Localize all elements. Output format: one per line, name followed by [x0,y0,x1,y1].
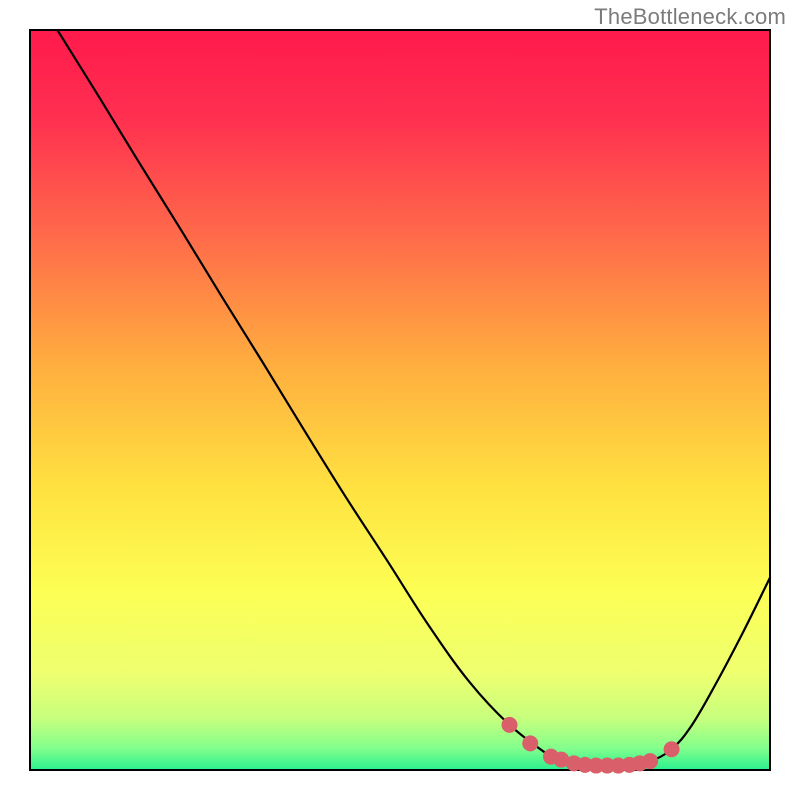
bottleneck-chart: TheBottleneck.com [0,0,800,800]
dot [642,753,658,769]
plot-background [30,30,770,770]
attribution-text: TheBottleneck.com [594,4,786,30]
dot [522,735,538,751]
chart-svg [0,0,800,800]
dot [664,741,680,757]
dot [502,717,518,733]
